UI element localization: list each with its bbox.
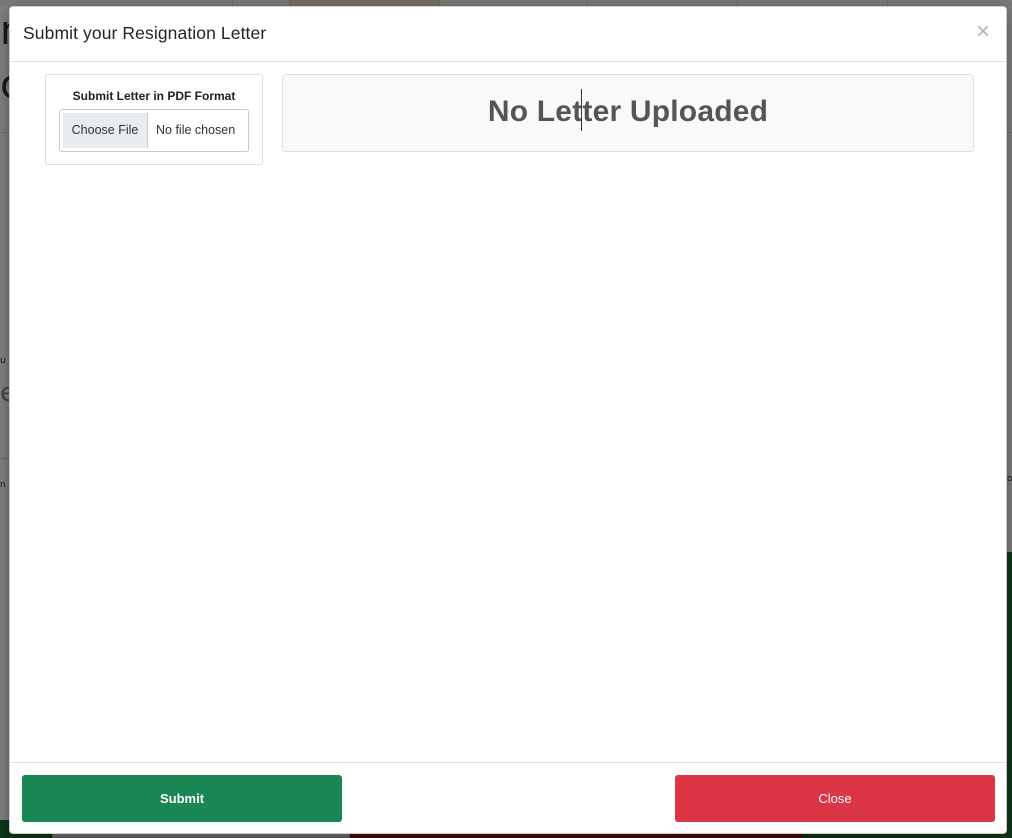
file-status: No file chosen [156, 123, 236, 137]
file-input[interactable]: Choose File No file chosen [59, 109, 249, 152]
letter-preview: No Letter Uploaded [282, 74, 974, 152]
upload-card: Submit Letter in PDF Format Choose File … [45, 74, 263, 165]
text-cursor [581, 89, 582, 131]
upload-label: Submit Letter in PDF Format [72, 89, 236, 103]
modal-header: Submit your Resignation Letter × [10, 7, 1006, 62]
submit-button[interactable]: Submit [22, 775, 342, 822]
choose-file-button[interactable]: Choose File [63, 113, 148, 148]
preview-message: No Letter Uploaded [487, 95, 769, 128]
modal-title: Submit your Resignation Letter [23, 23, 267, 43]
modal-footer: Submit Close [10, 762, 1006, 835]
close-icon[interactable]: × [974, 20, 992, 44]
close-button[interactable]: Close [675, 775, 995, 822]
resignation-modal: Submit your Resignation Letter × Submit … [9, 6, 1007, 834]
